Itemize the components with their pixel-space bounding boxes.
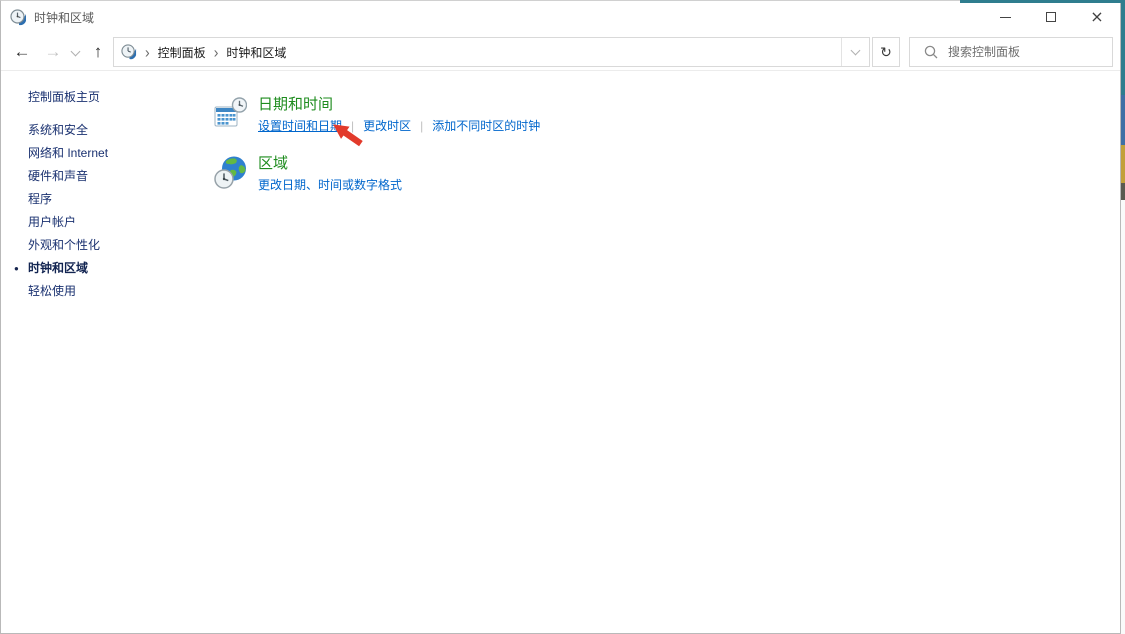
up-icon: ↑ bbox=[94, 42, 103, 62]
forward-icon: → bbox=[45, 42, 62, 62]
minimize-icon bbox=[1000, 17, 1011, 18]
sidebar-item-system-security[interactable]: ●系统和安全 bbox=[14, 119, 214, 142]
date-time-group: 日期和时间 设置时间和日期 | 更改时区 | 添加不同时区的时钟 bbox=[214, 95, 1120, 134]
search-icon bbox=[924, 45, 938, 59]
screen: 时钟和区域 × ← → ↑ › 控制面板 › bbox=[0, 0, 1125, 634]
link-separator: | bbox=[351, 119, 354, 133]
sidebar-item-clock-region[interactable]: ●时钟和区域 bbox=[14, 257, 214, 280]
sidebar-item-programs[interactable]: ●程序 bbox=[14, 188, 214, 211]
region-group: 区域 更改日期、时间或数字格式 bbox=[214, 154, 1120, 193]
chevron-down-icon bbox=[851, 45, 861, 55]
sidebar: ●控制面板主页 ●系统和安全 ●网络和 Internet ●硬件和声音 ●程序 … bbox=[1, 71, 214, 634]
link-add-clocks[interactable]: 添加不同时区的时钟 bbox=[432, 119, 540, 133]
navigation-bar: ← → ↑ › 控制面板 › 时钟和区域 ↻ bbox=[1, 33, 1120, 71]
close-icon: × bbox=[1090, 9, 1103, 25]
region-icon bbox=[214, 156, 247, 189]
up-button[interactable]: ↑ bbox=[85, 35, 111, 69]
main-panel: 日期和时间 设置时间和日期 | 更改时区 | 添加不同时区的时钟 bbox=[214, 71, 1120, 634]
address-bar[interactable]: › 控制面板 › 时钟和区域 bbox=[113, 37, 870, 67]
sidebar-list: ●控制面板主页 ●系统和安全 ●网络和 Internet ●硬件和声音 ●程序 … bbox=[14, 86, 214, 303]
link-separator: | bbox=[420, 119, 423, 133]
back-button[interactable]: ← bbox=[7, 35, 37, 69]
date-time-text: 日期和时间 设置时间和日期 | 更改时区 | 添加不同时区的时钟 bbox=[258, 95, 540, 134]
breadcrumb-control-panel[interactable]: 控制面板 bbox=[158, 44, 206, 61]
window-controls: × bbox=[982, 1, 1120, 33]
forward-button[interactable]: → bbox=[39, 35, 67, 69]
breadcrumb-separator-icon: › bbox=[214, 43, 219, 61]
link-set-time-date[interactable]: 设置时间和日期 bbox=[258, 119, 342, 133]
sidebar-item-appearance[interactable]: ●外观和个性化 bbox=[14, 234, 214, 257]
sidebar-item-home[interactable]: ●控制面板主页 bbox=[14, 86, 214, 109]
refresh-icon: ↻ bbox=[880, 44, 892, 61]
breadcrumb-separator-icon: › bbox=[145, 43, 150, 61]
sidebar-item-network-internet[interactable]: ●网络和 Internet bbox=[14, 142, 214, 165]
recent-pages-button[interactable] bbox=[67, 36, 83, 70]
maximize-icon bbox=[1046, 12, 1056, 22]
active-bullet-icon: ● bbox=[14, 257, 28, 280]
background-sliver-top bbox=[960, 0, 1125, 3]
search-box[interactable] bbox=[909, 37, 1113, 67]
region-heading[interactable]: 区域 bbox=[258, 154, 402, 173]
sidebar-item-hardware-sound[interactable]: ●硬件和声音 bbox=[14, 165, 214, 188]
background-sliver-right bbox=[1121, 0, 1125, 634]
date-time-heading[interactable]: 日期和时间 bbox=[258, 95, 540, 114]
window-title: 时钟和区域 bbox=[34, 9, 94, 26]
maximize-button[interactable] bbox=[1028, 1, 1074, 33]
date-time-icon bbox=[214, 97, 247, 130]
sidebar-item-user-accounts[interactable]: ●用户帐户 bbox=[14, 211, 214, 234]
chevron-down-icon bbox=[70, 46, 80, 56]
search-input[interactable] bbox=[948, 45, 1098, 59]
close-button[interactable]: × bbox=[1074, 1, 1120, 33]
refresh-button[interactable]: ↻ bbox=[872, 37, 900, 67]
control-panel-window: 时钟和区域 × ← → ↑ › 控制面板 › bbox=[0, 0, 1121, 634]
sidebar-item-ease-of-access[interactable]: ●轻松使用 bbox=[14, 280, 214, 303]
clock-region-app-icon bbox=[10, 9, 27, 26]
address-dropdown-button[interactable] bbox=[841, 38, 869, 66]
date-time-links: 设置时间和日期 | 更改时区 | 添加不同时区的时钟 bbox=[258, 119, 540, 134]
content-area: ●控制面板主页 ●系统和安全 ●网络和 Internet ●硬件和声音 ●程序 … bbox=[1, 71, 1120, 634]
clock-region-breadcrumb-icon bbox=[121, 44, 137, 60]
titlebar: 时钟和区域 × bbox=[1, 1, 1120, 33]
link-change-timezone[interactable]: 更改时区 bbox=[363, 119, 411, 133]
region-links: 更改日期、时间或数字格式 bbox=[258, 178, 402, 193]
back-icon: ← bbox=[14, 42, 31, 62]
breadcrumb-current[interactable]: 时钟和区域 bbox=[226, 44, 286, 61]
minimize-button[interactable] bbox=[982, 1, 1028, 33]
region-text: 区域 更改日期、时间或数字格式 bbox=[258, 154, 402, 193]
link-change-formats[interactable]: 更改日期、时间或数字格式 bbox=[258, 178, 402, 192]
